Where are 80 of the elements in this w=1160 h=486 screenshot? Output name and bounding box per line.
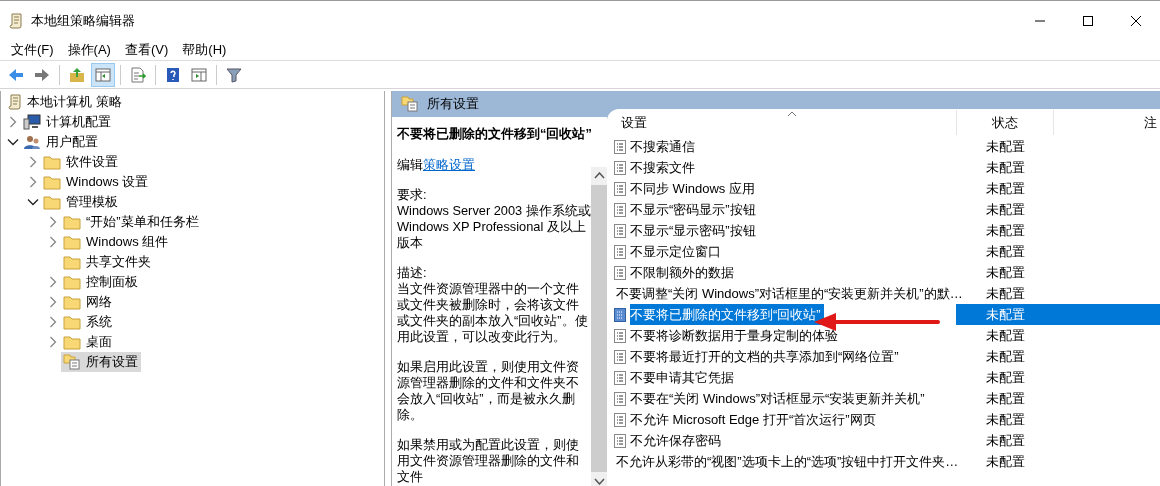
tree-item[interactable]: 所有设置 xyxy=(61,352,141,372)
table-row[interactable]: 不允许保存密码 未配置 xyxy=(609,430,1160,451)
setting-name: 不搜索通信 xyxy=(630,138,696,156)
setting-name: 不显示定位窗口 xyxy=(630,243,722,261)
table-row[interactable]: 不同步 Windows 应用 未配置 xyxy=(609,178,1160,199)
table-row[interactable]: 不显示“密码显示”按钮 未配置 xyxy=(609,199,1160,220)
table-row[interactable]: 不显示“显示密码”按钮 未配置 xyxy=(609,220,1160,241)
setting-name: 不同步 Windows 应用 xyxy=(630,180,756,198)
tree-item[interactable]: 桌面 xyxy=(61,332,115,352)
table-row[interactable]: 不要将最近打开的文档的共享添加到“网络位置” 未配置 xyxy=(609,346,1160,367)
setting-name: 不要申请其它凭据 xyxy=(630,369,735,387)
description-paragraph: 当文件资源管理器中的一个文件或文件夹被删除时，会将该文件或文件夹的副本放入“回收站”。使用此设置，可以改变此行为。 xyxy=(397,281,589,345)
state-text: 未配置 xyxy=(985,138,1026,156)
state-text: 未配置 xyxy=(985,432,1026,450)
setting-name: 不限制额外的数据 xyxy=(630,264,735,282)
setting-name: 不显示“显示密码”按钮 xyxy=(630,222,757,240)
tree-item[interactable]: 控制面板 xyxy=(61,272,141,292)
state-text: 未配置 xyxy=(985,390,1026,408)
tree-item[interactable]: 计算机配置 xyxy=(21,112,114,132)
policy-settings-link[interactable]: 策略设置 xyxy=(423,157,475,172)
state-text: 未配置 xyxy=(985,264,1026,282)
setting-name: 不要将诊断数据用于量身定制的体验 xyxy=(630,327,839,345)
setting-name: 不允许保存密码 xyxy=(630,432,722,450)
tree-item[interactable]: 网络 xyxy=(61,292,115,312)
state-text: 未配置 xyxy=(985,159,1026,177)
setting-name: 不显示“密码显示”按钮 xyxy=(630,201,757,219)
tree-item[interactable]: 系统 xyxy=(61,312,115,332)
requirements-label: 要求: xyxy=(397,187,428,203)
menu-item[interactable]: 查看(V) xyxy=(117,41,176,59)
table-row[interactable]: 不显示定位窗口 未配置 xyxy=(609,241,1160,262)
state-text: 未配置 xyxy=(985,201,1026,219)
menu-item[interactable]: 操作(A) xyxy=(60,41,118,59)
tree-item[interactable]: 管理模板 xyxy=(41,192,121,212)
policy-heading: 不要将已删除的文件移到“回收站” xyxy=(397,126,591,142)
description-paragraph: 如果启用此设置，则使用文件资源管理器删除的文件和文件夹不会放入“回收站”，而是被永久删除。 xyxy=(397,359,580,423)
tree-item[interactable]: 本地计算机 策略 xyxy=(6,92,125,112)
tree-item[interactable]: “开始”菜单和任务栏 xyxy=(61,212,202,232)
setting-name: 不要调整“关闭 Windows”对话框里的“安装更新并关机”的默… xyxy=(616,285,964,303)
setting-name: 不要将最近打开的文档的共享添加到“网络位置” xyxy=(630,348,900,366)
column-header[interactable]: 设置 xyxy=(621,113,647,132)
menu-item[interactable]: 帮助(H) xyxy=(175,41,234,59)
table-row[interactable]: 不搜索文件 未配置 xyxy=(609,157,1160,178)
window-title: 本地组策略编辑器 xyxy=(31,11,135,30)
table-row[interactable]: 不要调整“关闭 Windows”对话框里的“安装更新并关机”的默… 未配置 xyxy=(609,283,1160,304)
setting-name: 不要将已删除的文件移到“回收站” xyxy=(630,304,824,325)
tree-item[interactable]: Windows 组件 xyxy=(61,232,172,252)
state-text: 未配置 xyxy=(985,222,1026,240)
table-row[interactable]: 不要将已删除的文件移到“回收站” 未配置 xyxy=(609,304,1160,325)
state-text: 未配置 xyxy=(985,411,1026,429)
setting-name: 不搜索文件 xyxy=(630,159,696,177)
tree-item[interactable]: 用户配置 xyxy=(21,132,101,152)
table-row[interactable]: 不要将诊断数据用于量身定制的体验 未配置 xyxy=(609,325,1160,346)
state-text: 未配置 xyxy=(985,180,1026,198)
state-text: 未配置 xyxy=(985,243,1026,261)
state-text: 未配置 xyxy=(985,348,1026,366)
table-row[interactable]: 不限制额外的数据 未配置 xyxy=(609,262,1160,283)
description-paragraph: 如果禁用或为配置此设置，则使用文件资源管理器删除的文件和文件 xyxy=(397,437,580,485)
panel-title: 所有设置 xyxy=(427,95,479,113)
menu-item[interactable]: 文件(F) xyxy=(4,41,61,59)
tree-item[interactable]: 共享文件夹 xyxy=(61,252,154,272)
table-row[interactable]: 不要申请其它凭据 未配置 xyxy=(609,367,1160,388)
column-header[interactable]: 状态 xyxy=(956,110,1054,135)
setting-name: 不允许 Microsoft Edge 打开“首次运行”网页 xyxy=(630,411,877,429)
table-row[interactable]: 不允许 Microsoft Edge 打开“首次运行”网页 未配置 xyxy=(609,409,1160,430)
state-text: 未配置 xyxy=(956,304,1160,325)
column-header[interactable]: 注 xyxy=(1144,113,1157,132)
table-row[interactable]: 不搜索通信 未配置 xyxy=(609,136,1160,157)
state-text: 未配置 xyxy=(985,285,1026,303)
state-text: 未配置 xyxy=(985,369,1026,387)
state-text: 未配置 xyxy=(985,327,1026,345)
state-text: 未配置 xyxy=(985,453,1026,471)
edit-label: 编辑 xyxy=(397,157,423,172)
tree-item[interactable]: Windows 设置 xyxy=(41,172,152,192)
setting-name: 不允许从彩带的“视图”选项卡上的“选项”按钮中打开文件夹… xyxy=(616,453,960,471)
setting-name: 不要在“关闭 Windows”对话框显示“安装更新并关机” xyxy=(630,390,926,408)
table-row[interactable]: 不要在“关闭 Windows”对话框显示“安装更新并关机” 未配置 xyxy=(609,388,1160,409)
description-label: 描述: xyxy=(397,265,428,281)
tree-item[interactable]: 软件设置 xyxy=(41,152,121,172)
requirements-text: Windows Server 2003 操作系统或 Windows XP Professional 及以上版本 xyxy=(397,203,591,251)
table-row[interactable]: 不允许从彩带的“视图”选项卡上的“选项”按钮中打开文件夹… 未配置 xyxy=(609,451,1160,472)
